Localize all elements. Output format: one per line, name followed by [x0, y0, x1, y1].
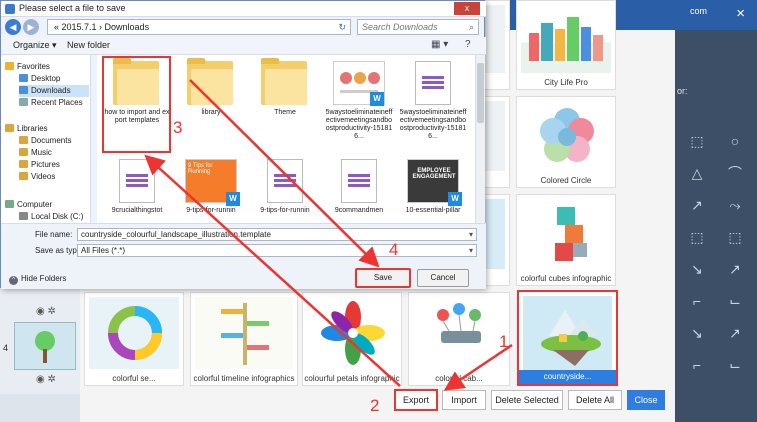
annotation-arrows	[144, 79, 513, 391]
arrow-to-save	[189, 79, 380, 268]
screen: com × 4 ◉ ✲ ◉ ✲ or: ⬚ ○ △ ⌒ ↗ ⤳ ⬚ ⬚ ↘ ↗ …	[0, 0, 757, 422]
arrow-to-export	[443, 343, 513, 391]
arrow-to-folder	[144, 154, 401, 387]
